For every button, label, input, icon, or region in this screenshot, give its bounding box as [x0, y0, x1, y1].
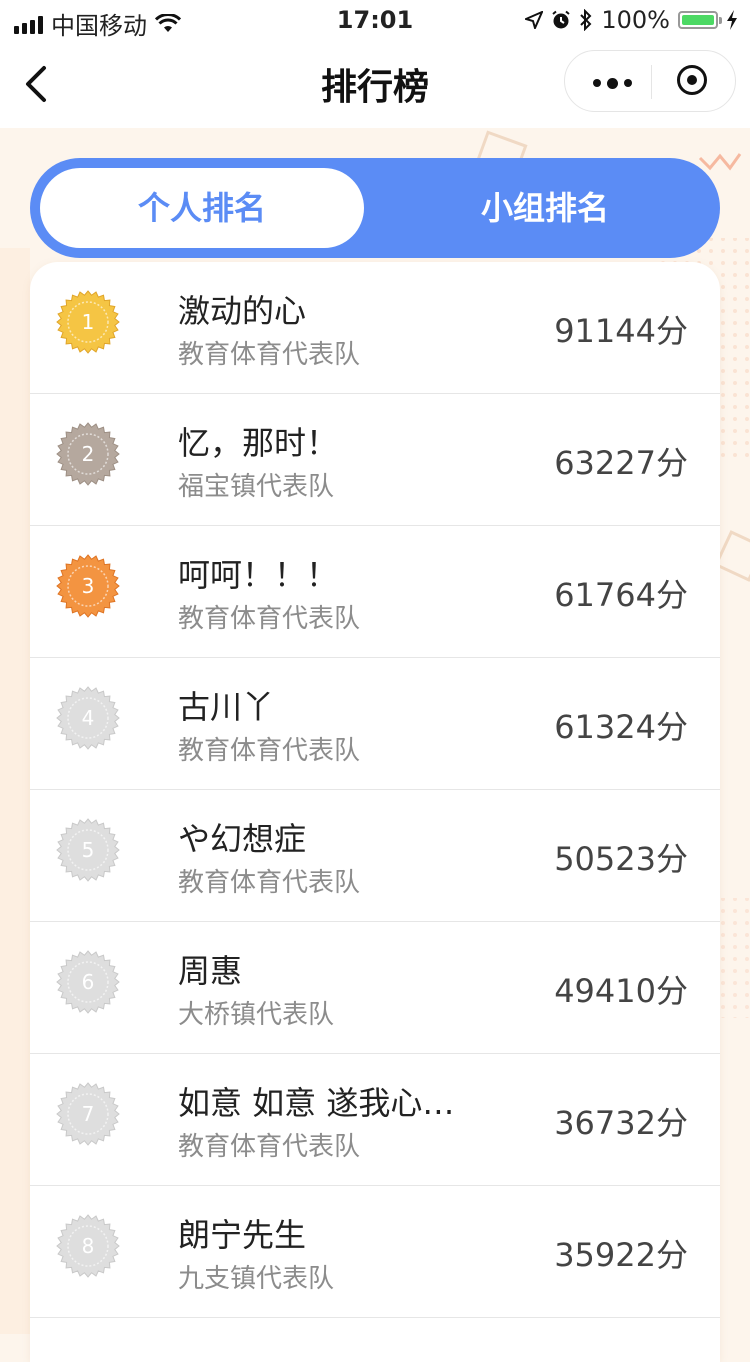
location-icon	[525, 11, 544, 29]
score-value: 91144分	[554, 312, 688, 350]
rank-number: 1	[82, 310, 95, 334]
status-bar: 中国移动 17:01 100%	[0, 0, 750, 40]
score-value: 36732分	[554, 1104, 688, 1142]
bluetooth-icon	[580, 9, 592, 31]
team-name: 教育体育代表队	[178, 340, 361, 370]
ranking-list: 1 激动的心教育体育代表队 91144分 2 忆，那时！ 福宝镇代表队 63227分 3 呵呵！…	[30, 262, 720, 1362]
ranking-row[interactable]: 7 如意 如意 遂我心… 教育体育代表队 36732分	[30, 1054, 720, 1186]
team-name: 教育体育代表队	[178, 1132, 361, 1162]
rank-number: 2	[82, 442, 95, 466]
tab-personal-ranking[interactable]: 个人排名	[40, 168, 364, 248]
battery-icon	[678, 11, 722, 29]
rank-medal-icon: 7	[56, 1082, 120, 1146]
rank-number: 6	[82, 970, 95, 994]
player-name: 激动的心	[178, 292, 307, 330]
mini-program-capsule	[564, 50, 736, 112]
rank-number: 8	[82, 1234, 95, 1258]
rank-number: 7	[82, 1102, 95, 1126]
player-name: 古川丫	[178, 688, 275, 726]
team-name: 九支镇代表队	[178, 1264, 335, 1294]
rank-number: 5	[82, 838, 95, 862]
player-name: 朗宁先生	[178, 1216, 307, 1254]
rank-medal-icon: 5	[56, 818, 120, 882]
rank-medal-icon: 6	[56, 950, 120, 1014]
score-value: 50523分	[554, 840, 688, 878]
ranking-row[interactable]: 1 激动的心教育体育代表队 91144分	[30, 262, 720, 394]
rank-medal-icon: 1	[56, 290, 120, 354]
ranking-tabs: 个人排名 小组排名	[30, 158, 720, 258]
team-name: 教育体育代表队	[178, 868, 361, 898]
rank-medal-icon: 8	[56, 1214, 120, 1278]
team-name: 大桥镇代表队	[178, 1000, 335, 1030]
more-dots-icon[interactable]	[593, 77, 632, 89]
player-name: 如意 如意 遂我心…	[178, 1084, 455, 1122]
rank-medal-icon: 2	[56, 422, 120, 486]
nav-bar: 排行榜	[0, 40, 750, 128]
record-target-icon[interactable]	[677, 65, 707, 95]
tab-group-ranking[interactable]: 小组排名	[380, 168, 710, 248]
ranking-row[interactable]: 2 忆，那时！ 福宝镇代表队 63227分	[30, 394, 720, 526]
player-name: や幻想症	[178, 820, 307, 858]
ranking-row[interactable]: 8 朗宁先生九支镇代表队 35922分	[30, 1186, 720, 1318]
battery-percent: 100%	[601, 6, 670, 34]
team-name: 教育体育代表队	[178, 736, 361, 766]
charging-icon	[727, 10, 737, 30]
rank-number: 3	[82, 574, 95, 598]
score-value: 61764分	[554, 576, 688, 614]
score-value: 49410分	[554, 972, 688, 1010]
team-name: 福宝镇代表队	[178, 472, 335, 502]
player-name: 呵呵！！！	[178, 556, 339, 594]
status-right: 100%	[525, 6, 738, 34]
ranking-row[interactable]: 3 呵呵！！！ 教育体育代表队 61764分	[30, 526, 720, 658]
score-value: 35922分	[554, 1236, 688, 1274]
ranking-row[interactable]: 4 古川丫教育体育代表队 61324分	[30, 658, 720, 790]
player-name: 忆，那时！	[178, 424, 339, 462]
rank-medal-icon: 4	[56, 686, 120, 750]
team-name: 教育体育代表队	[178, 604, 361, 634]
rank-number: 4	[82, 706, 95, 730]
ranking-row[interactable]: 6 周惠大桥镇代表队 49410分	[30, 922, 720, 1054]
score-value: 63227分	[554, 444, 688, 482]
ranking-row[interactable]: 5 や幻想症教育体育代表队 50523分	[30, 790, 720, 922]
player-name: 周惠	[178, 952, 243, 990]
score-value: 61324分	[554, 708, 688, 746]
rank-medal-icon: 3	[56, 554, 120, 618]
capsule-divider	[651, 65, 652, 99]
alarm-icon	[552, 10, 571, 29]
